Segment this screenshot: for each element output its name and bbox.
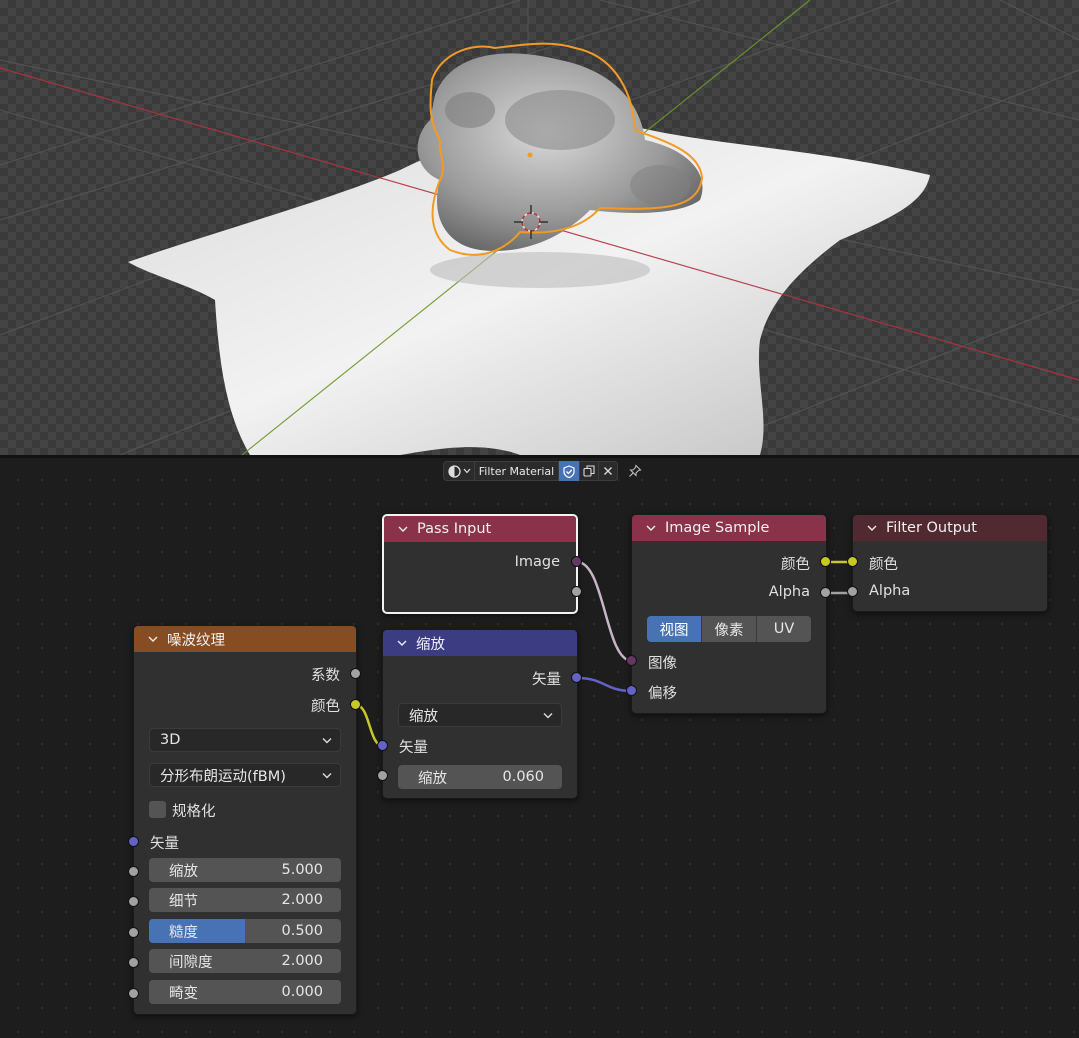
collapse-chevron-icon[interactable] xyxy=(148,634,158,644)
node-header[interactable]: Image Sample xyxy=(632,515,826,541)
node-title: Filter Output xyxy=(886,520,977,536)
input-color-socket[interactable] xyxy=(847,556,858,567)
chevron-down-icon xyxy=(322,773,332,779)
link-vector-to-offset xyxy=(576,676,633,693)
node-editor[interactable]: Filter Material Pass Input Image Image S… xyxy=(0,458,1079,1038)
pass-input-node[interactable]: Pass Input Image xyxy=(382,514,578,614)
mode-view-button[interactable]: 视图 xyxy=(647,616,702,642)
output-vector-socket[interactable] xyxy=(571,672,582,683)
input-color-label: 颜色 xyxy=(869,557,898,573)
distortion-label: 畸变 xyxy=(169,985,198,1002)
output-vector-label: 矢量 xyxy=(532,672,561,688)
output-color-socket[interactable] xyxy=(350,699,361,710)
roughness-slider[interactable]: 糙度 0.500 xyxy=(149,919,341,943)
distortion-field[interactable]: 畸变 0.000 xyxy=(149,980,341,1004)
operation-dropdown[interactable]: 缩放 xyxy=(398,703,562,727)
mode-pixel-button[interactable]: 像素 xyxy=(702,616,757,642)
roughness-label: 糙度 xyxy=(169,924,198,941)
node-header[interactable]: 噪波纹理 xyxy=(134,626,356,652)
output-color-label: 颜色 xyxy=(781,557,810,573)
normalize-checkbox[interactable] xyxy=(149,801,166,818)
distortion-value: 0.000 xyxy=(281,984,323,1000)
sample-mode-selector[interactable]: 视图 像素 UV xyxy=(647,616,811,642)
collapse-chevron-icon[interactable] xyxy=(398,524,408,534)
lacunarity-value: 2.000 xyxy=(281,953,323,969)
scale-factor-field[interactable]: 缩放 0.060 xyxy=(398,765,562,789)
output-color-socket[interactable] xyxy=(820,556,831,567)
input-alpha-socket[interactable] xyxy=(847,586,858,597)
lacunarity-label: 间隙度 xyxy=(169,954,213,971)
input-vector-label: 矢量 xyxy=(399,740,428,756)
input-alpha-label: Alpha xyxy=(869,583,911,599)
input-offset-label: 偏移 xyxy=(648,686,677,702)
input-detail-socket[interactable] xyxy=(128,896,139,907)
node-title: 缩放 xyxy=(416,636,445,653)
input-vector-socket[interactable] xyxy=(377,740,388,751)
mode-uv-button[interactable]: UV xyxy=(757,616,811,642)
object-origin xyxy=(527,152,533,158)
input-offset-socket[interactable] xyxy=(626,685,637,696)
scale-factor-label: 缩放 xyxy=(418,770,447,787)
scale-field[interactable]: 缩放 5.000 xyxy=(149,858,341,882)
input-image-socket[interactable] xyxy=(626,655,637,666)
input-vector-socket[interactable] xyxy=(128,836,139,847)
input-vector-label: 矢量 xyxy=(150,836,179,852)
collapse-chevron-icon[interactable] xyxy=(397,638,407,648)
link-image-to-image xyxy=(576,560,633,663)
detail-value: 2.000 xyxy=(281,892,323,908)
input-scale-socket[interactable] xyxy=(128,866,139,877)
scale-node[interactable]: 缩放 矢量 缩放 矢量 缩放 0.060 xyxy=(382,629,578,799)
output-fac-label: 系数 xyxy=(311,668,340,684)
node-header[interactable]: Pass Input xyxy=(384,516,576,542)
collapse-chevron-icon[interactable] xyxy=(867,523,877,533)
output-alpha-socket[interactable] xyxy=(820,587,831,598)
filter-output-node[interactable]: Filter Output 颜色 Alpha xyxy=(852,514,1048,612)
roughness-value: 0.500 xyxy=(281,923,323,939)
dimension-dropdown[interactable]: 3D xyxy=(149,728,341,752)
operation-value: 缩放 xyxy=(409,708,438,725)
dimension-value: 3D xyxy=(160,732,181,748)
node-title: Image Sample xyxy=(665,520,770,536)
input-distortion-socket[interactable] xyxy=(128,988,139,999)
3d-viewport[interactable] xyxy=(0,0,1079,455)
input-lacunarity-socket[interactable] xyxy=(128,957,139,968)
output-alpha-label: Alpha xyxy=(768,584,810,600)
node-title: 噪波纹理 xyxy=(167,632,225,649)
detail-label: 细节 xyxy=(169,893,198,910)
scale-value: 5.000 xyxy=(281,862,323,878)
output-fac-socket[interactable] xyxy=(350,668,361,679)
output-color-label: 颜色 xyxy=(311,699,340,715)
output-image-label: Image xyxy=(514,554,560,570)
input-scale-socket[interactable] xyxy=(377,770,388,781)
input-roughness-socket[interactable] xyxy=(128,927,139,938)
node-title: Pass Input xyxy=(417,521,492,537)
lacunarity-field[interactable]: 间隙度 2.000 xyxy=(149,949,341,973)
detail-field[interactable]: 细节 2.000 xyxy=(149,888,341,912)
noise-type-value: 分形布朗运动(fBM) xyxy=(160,768,286,785)
output-unlabeled-socket[interactable] xyxy=(571,586,582,597)
noise-texture-node[interactable]: 噪波纹理 系数 颜色 3D 分形布朗运动(fBM) 规格化 矢量 缩放 5.00… xyxy=(133,625,357,1015)
output-image-socket[interactable] xyxy=(571,556,582,567)
collapse-chevron-icon[interactable] xyxy=(646,523,656,533)
normalize-label: 规格化 xyxy=(172,804,216,820)
node-header[interactable]: Filter Output xyxy=(853,515,1047,541)
image-sample-node[interactable]: Image Sample 颜色 Alpha 视图 像素 UV 图像 偏移 xyxy=(631,514,827,714)
scale-factor-value: 0.060 xyxy=(502,769,544,785)
input-image-label: 图像 xyxy=(648,656,677,672)
noise-type-dropdown[interactable]: 分形布朗运动(fBM) xyxy=(149,763,341,787)
node-header[interactable]: 缩放 xyxy=(383,630,577,656)
chevron-down-icon xyxy=(543,713,553,719)
scale-label: 缩放 xyxy=(169,863,198,880)
viewport-scene[interactable] xyxy=(0,0,1079,455)
chevron-down-icon xyxy=(322,738,332,744)
